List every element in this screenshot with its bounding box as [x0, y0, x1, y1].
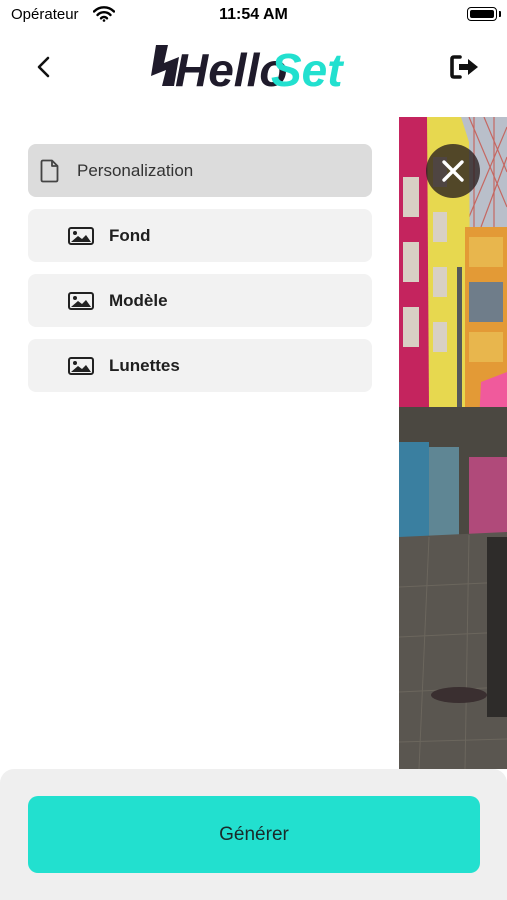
menu-item-modele[interactable]: Modèle	[28, 274, 372, 327]
close-icon	[442, 160, 464, 182]
image-icon	[68, 357, 94, 375]
hellosset-logo: Hello Set	[148, 42, 363, 97]
image-icon	[68, 227, 94, 245]
battery-tip	[499, 11, 501, 17]
photo-preview	[399, 117, 507, 769]
menu-item-label: Modèle	[109, 291, 168, 310]
image-icon	[68, 292, 94, 310]
status-bar: Opérateur 11:54 AM	[0, 0, 507, 32]
menu-item-lunettes[interactable]: Lunettes	[28, 339, 372, 392]
bottom-panel: Générer	[0, 769, 507, 900]
personalization-label: Personalization	[77, 161, 194, 180]
generate-button[interactable]: Générer	[28, 796, 480, 873]
app-header: Hello Set	[0, 32, 507, 102]
menu-item-label: Lunettes	[109, 356, 180, 375]
personalization-menu: Personalization Fond Modèle Lunettes	[28, 144, 372, 404]
menu-item-label: Fond	[109, 226, 151, 245]
personalization-header[interactable]: Personalization	[28, 144, 372, 197]
status-time: 11:54 AM	[219, 6, 288, 23]
back-button[interactable]	[28, 50, 62, 84]
battery-icon	[467, 7, 497, 21]
logo-text-set: Set	[271, 44, 344, 92]
close-preview-button[interactable]	[426, 144, 480, 198]
menu-item-fond[interactable]: Fond	[28, 209, 372, 262]
logout-icon[interactable]	[448, 50, 484, 84]
document-icon	[40, 159, 59, 183]
